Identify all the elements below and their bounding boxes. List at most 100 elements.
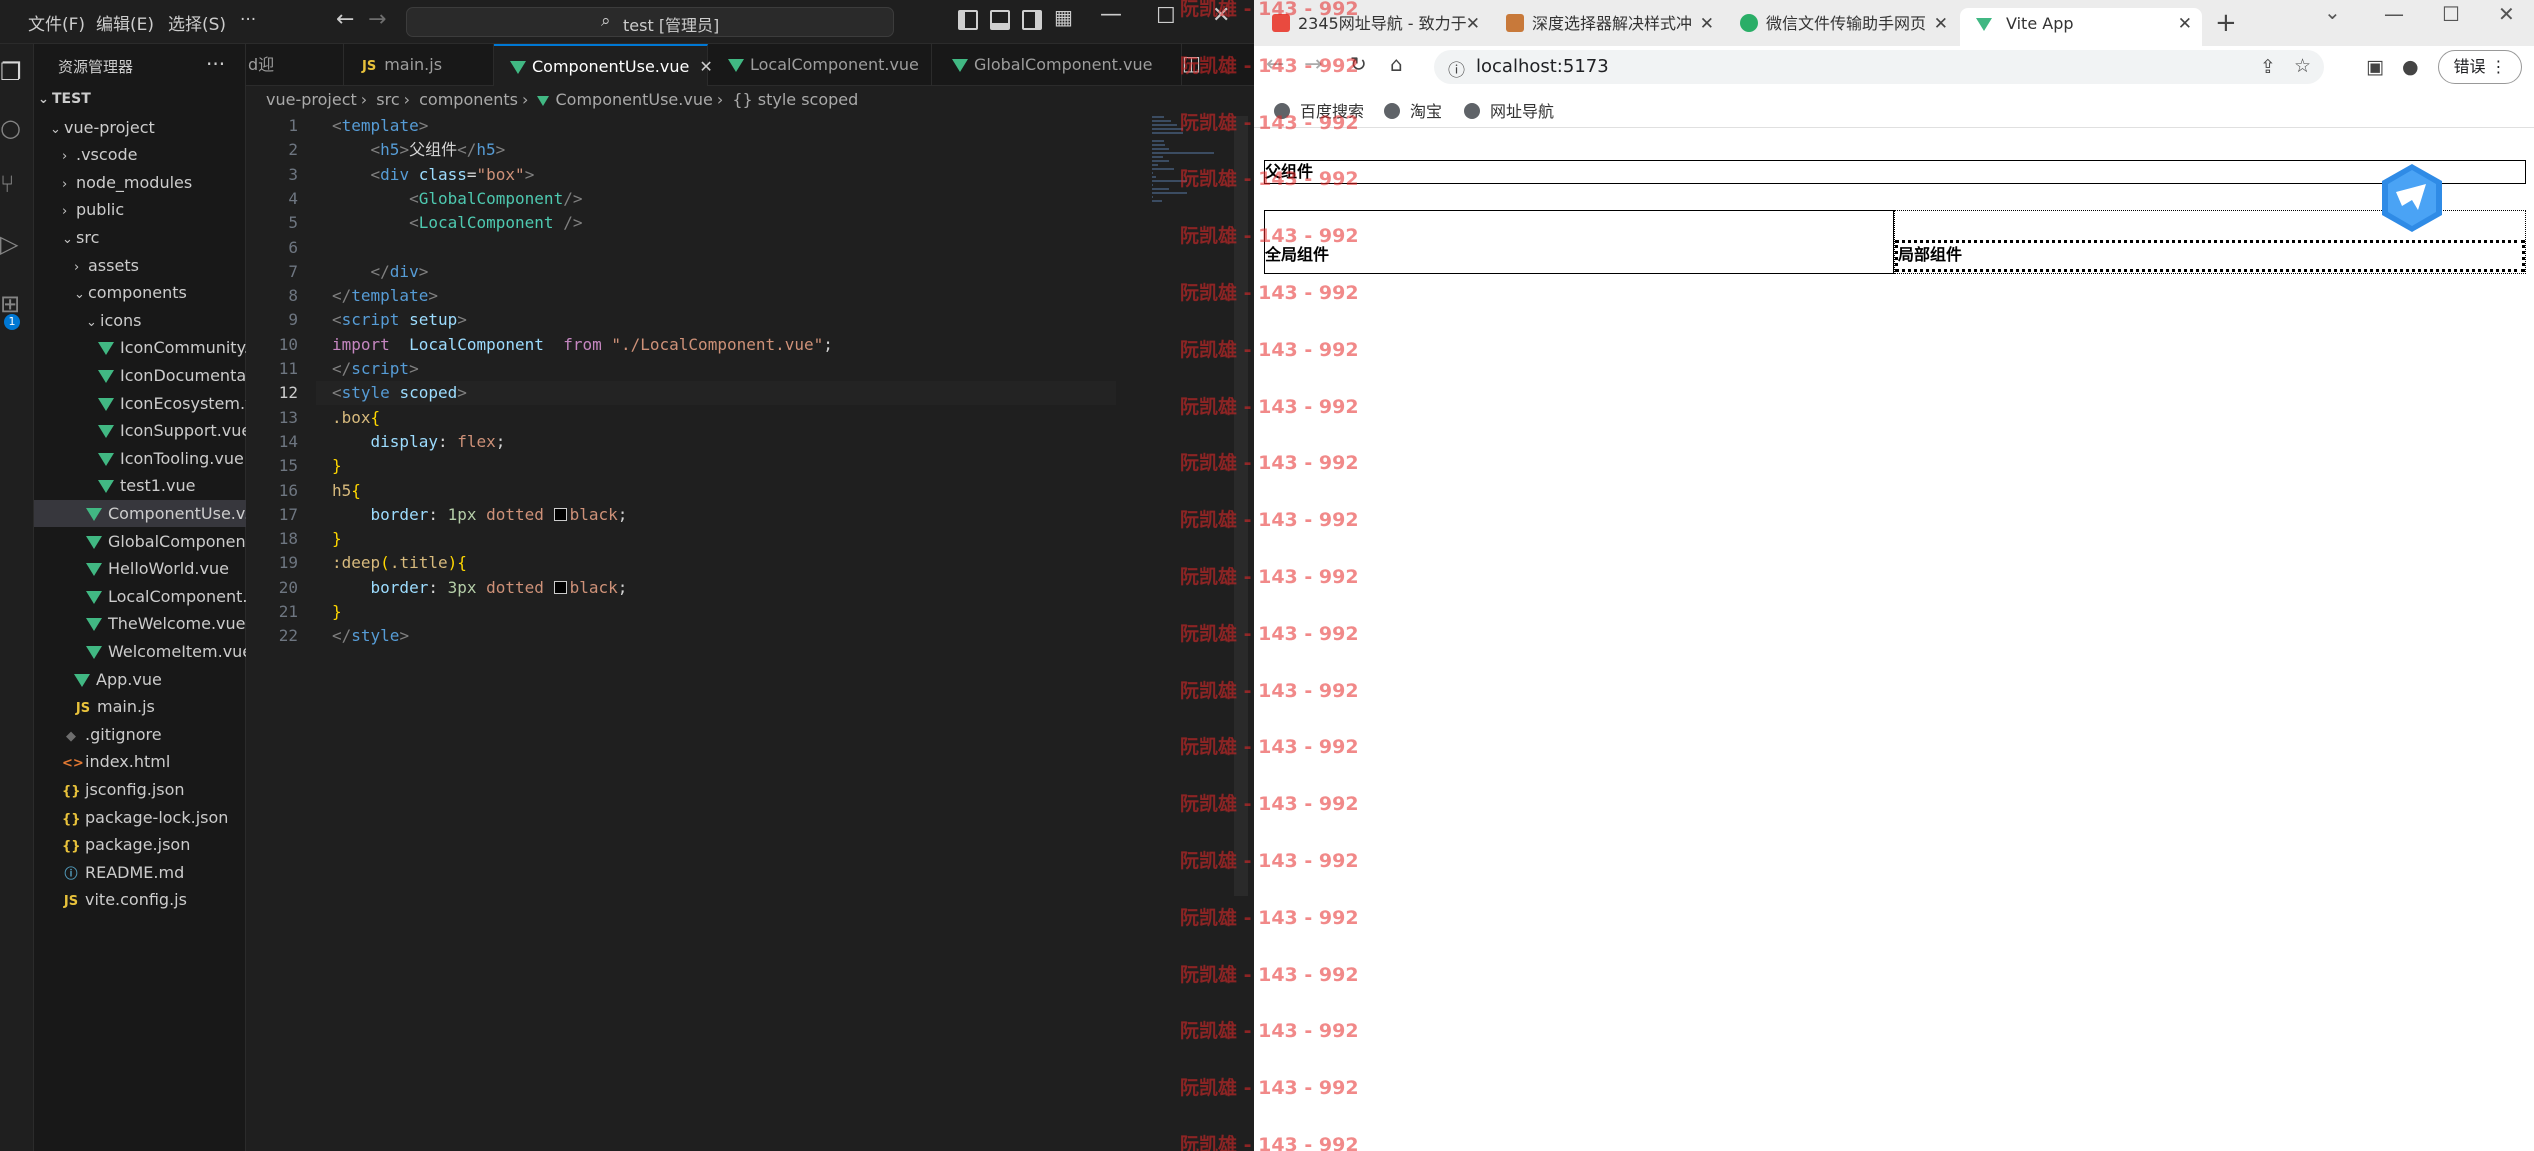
tree-folder[interactable]: › .vscode [34, 141, 246, 168]
address-bar[interactable]: ⓘ localhost:5173 ⇪ ☆ [1434, 50, 2324, 84]
bookmark-nav[interactable]: 网址导航 [1464, 98, 1554, 122]
side-panel-icon[interactable]: ▣ [2366, 56, 2384, 78]
tree-folder[interactable]: ⌄ components [34, 279, 246, 306]
tab-search-icon[interactable]: ⌄ [2324, 0, 2341, 24]
toggle-secondary-sidebar-icon[interactable] [1022, 10, 1042, 30]
workspace-root[interactable]: ⌄ TEST [34, 86, 246, 113]
run-debug-icon[interactable]: ▷ [0, 230, 18, 258]
code-token: display [370, 431, 438, 451]
tree-file[interactable]: IconEcosystem.v... [34, 390, 246, 417]
code-token: > [495, 140, 506, 160]
forward-arrow-icon[interactable]: → [1304, 52, 1322, 77]
tree-file[interactable]: {} package.json [34, 831, 246, 858]
tree-file[interactable]: TheWelcome.vue [34, 610, 246, 637]
split-editor-icon[interactable]: ◫ [1182, 51, 1201, 75]
code-token: script [341, 310, 400, 330]
bookmark-star-icon[interactable]: ☆ [2294, 55, 2311, 77]
tree-file[interactable]: test1.vue [34, 472, 246, 499]
tree-file[interactable]: ComponentUse.v... [34, 500, 246, 527]
tree-file[interactable]: {} jsconfig.json [34, 776, 246, 803]
tab-close-icon[interactable]: ✕ [1700, 8, 1714, 40]
tab-main-js[interactable]: JS main.js [344, 44, 494, 86]
code-token: } [332, 456, 342, 476]
tab-close-icon[interactable]: ✕ [1934, 8, 1948, 40]
browser-tab-2345[interactable]: 2345网址导航 - 致力于 ✕ [1260, 8, 1490, 46]
breadcrumb: vue-project › src › components › ComponentU… [266, 90, 859, 109]
maximize-icon[interactable]: ☐ [2442, 2, 2460, 26]
command-center-search[interactable]: ⌕ test [管理员] [406, 7, 894, 37]
tree-file[interactable]: <>index.html [34, 748, 246, 775]
tree-file[interactable]: JS vite.config.js [34, 886, 246, 913]
tab-partial[interactable]: d迎 [246, 44, 344, 86]
tree-file[interactable]: ⓘ README.md [34, 859, 246, 886]
minimize-icon[interactable]: — [2384, 2, 2404, 26]
tab-localcomponent-vue[interactable]: LocalComponent.vue [708, 44, 932, 86]
line-number: 9 [288, 310, 298, 330]
forward-arrow-icon[interactable]: → [368, 7, 386, 32]
tree-folder[interactable]: › assets [34, 252, 246, 279]
code-token: </ [370, 261, 390, 281]
editor-scrollbar[interactable] [1234, 116, 1248, 896]
search-icon[interactable]: ○ [0, 114, 21, 142]
tree-file[interactable]: WelcomeItem.vue [34, 638, 246, 665]
tab-globalcomponent-vue[interactable]: GlobalComponent.vue [932, 44, 1182, 86]
source-control-icon[interactable]: ⑂ [0, 170, 14, 198]
tree-folder[interactable]: ⌄ src [34, 224, 246, 251]
breadcrumb-item[interactable]: src [376, 90, 399, 109]
explorer-icon[interactable]: ❐ [0, 58, 22, 86]
tree-folder[interactable]: ⌄ icons [34, 307, 246, 334]
breadcrumb-item[interactable]: ComponentUse.vue [555, 90, 712, 109]
customize-layout-icon[interactable]: ▦ [1054, 5, 1073, 29]
tab-close-icon[interactable]: ✕ [1466, 8, 1480, 40]
new-tab-button[interactable]: + [2215, 8, 2237, 38]
breadcrumb-item[interactable]: {} style scoped [732, 90, 858, 109]
bookmark-taobao[interactable]: 淘宝 [1384, 98, 1442, 122]
tree-item-label: .vscode [76, 145, 138, 165]
menu-file[interactable]: 文件(F) [28, 10, 85, 35]
back-arrow-icon[interactable]: ← [336, 7, 354, 32]
tree-file[interactable]: HelloWorld.vue [34, 555, 246, 582]
tree-file[interactable]: GlobalComponen... [34, 528, 246, 555]
tab-close-icon[interactable]: ✕ [2178, 8, 2192, 40]
reload-icon[interactable]: ↻ [1350, 52, 1367, 76]
back-arrow-icon[interactable]: ← [1266, 52, 1284, 77]
account-icon[interactable]: ● [2402, 56, 2419, 78]
tree-file[interactable]: ◆ .gitignore [34, 721, 246, 748]
tree-file[interactable]: App.vue [34, 666, 246, 693]
tree-file[interactable]: IconTooling.vue [34, 445, 246, 472]
tab-componentuse-vue[interactable]: ComponentUse.vue ✕ [494, 44, 713, 86]
floating-bird-widget-icon[interactable] [2380, 162, 2444, 234]
menu-edit[interactable]: 编辑(E) [96, 10, 154, 35]
browser-tab-wechat[interactable]: 微信文件传输助手网页 ✕ [1728, 8, 1958, 46]
home-icon[interactable]: ⌂ [1390, 52, 1403, 76]
tree-file[interactable]: LocalComponent.... [34, 583, 246, 610]
maximize-icon[interactable]: ☐ [1156, 4, 1176, 29]
tree-file[interactable]: IconDocumenta... [34, 362, 246, 389]
toggle-panel-icon[interactable] [990, 10, 1010, 30]
bookmark-baidu[interactable]: 百度搜索 [1274, 98, 1364, 122]
minimize-icon[interactable]: — [1100, 2, 1122, 27]
breadcrumb-item[interactable]: components [419, 90, 518, 109]
tree-folder[interactable]: › node_modules [34, 169, 246, 196]
tree-file[interactable]: JS main.js [34, 693, 246, 720]
site-info-icon[interactable]: ⓘ [1448, 56, 1465, 81]
tree-item-label: TheWelcome.vue [108, 614, 246, 634]
tree-folder[interactable]: › public [34, 196, 246, 223]
share-icon[interactable]: ⇪ [2260, 56, 2276, 78]
breadcrumb-item[interactable]: vue-project [266, 90, 357, 109]
tree-file[interactable]: IconSupport.vue [34, 417, 246, 444]
menu-more[interactable]: ··· [240, 10, 256, 30]
tree-folder[interactable]: ⌄ vue-project [34, 114, 246, 141]
json-file-icon: {} [62, 811, 81, 827]
menu-selection[interactable]: 选择(S) [168, 10, 226, 35]
browser-tab-deep-selector[interactable]: 深度选择器解决样式冲 ✕ [1494, 8, 1724, 46]
close-icon[interactable]: ✕ [1212, 3, 1230, 28]
more-actions-icon[interactable]: ··· [206, 52, 225, 76]
toggle-sidebar-icon[interactable] [958, 10, 978, 30]
minimap[interactable] [1146, 116, 1226, 236]
tree-file[interactable]: {} package-lock.json [34, 804, 246, 831]
profile-error-button[interactable]: 错误 ⋮ [2438, 50, 2522, 84]
browser-tab-vite-app[interactable]: Vite App ✕ [1960, 8, 2202, 46]
tree-file[interactable]: IconCommunity... [34, 334, 246, 361]
close-icon[interactable]: ✕ [2498, 2, 2515, 26]
